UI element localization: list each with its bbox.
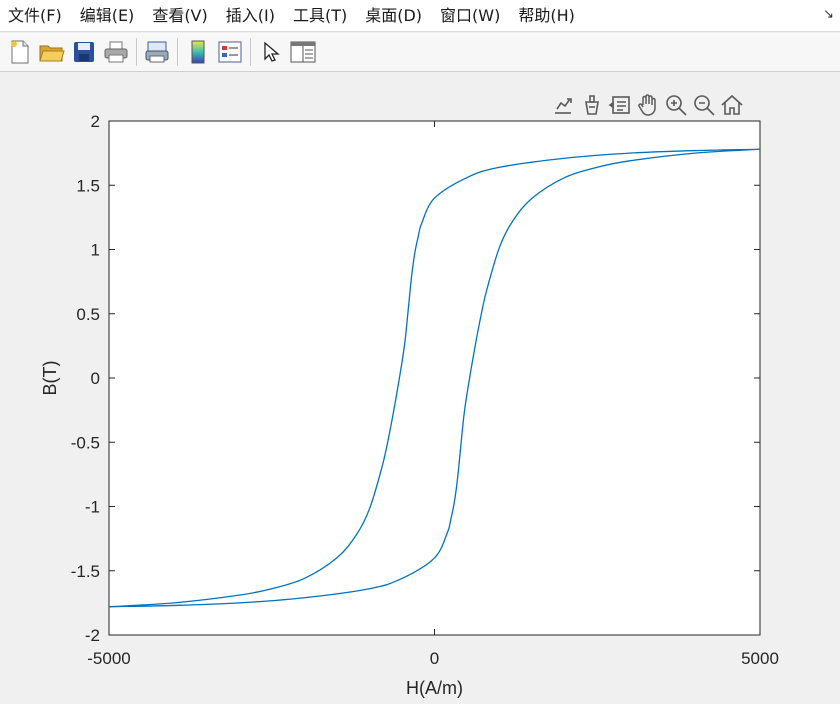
menu-insert[interactable]: 插入(I) [217,0,284,32]
home-icon[interactable] [718,90,746,120]
print-icon[interactable] [103,39,129,65]
menu-window[interactable]: 窗口(W) [431,0,509,32]
zoom-in-icon[interactable] [662,90,690,120]
dock-arrow-icon[interactable]: ↘ [823,7,834,22]
figure-canvas [0,73,840,704]
colorbar-icon[interactable] [185,39,211,65]
select-pointer-icon[interactable] [258,39,284,65]
export-icon[interactable] [550,90,578,120]
toolbar-separator [250,38,251,66]
menu-file[interactable]: 文件(F) [0,0,71,32]
menu-bar: 文件(F) 编辑(E) 查看(V) 插入(I) 工具(T) 桌面(D) 窗口(W… [0,0,840,32]
datatip-icon[interactable] [606,90,634,120]
brush-icon[interactable] [578,90,606,120]
axes-toolbar [550,89,746,121]
open-folder-icon[interactable] [39,39,65,65]
menu-view[interactable]: 查看(V) [143,0,216,32]
menu-tools[interactable]: 工具(T) [284,0,356,32]
legend-icon[interactable] [217,39,243,65]
save-icon[interactable] [71,39,97,65]
zoom-out-icon[interactable] [690,90,718,120]
property-inspector-icon[interactable] [290,39,316,65]
pan-hand-icon[interactable] [634,90,662,120]
menu-edit[interactable]: 编辑(E) [71,0,144,32]
print-preview-icon[interactable] [144,39,170,65]
figure-toolbar [0,33,840,72]
toolbar-separator [136,38,137,66]
menu-desktop[interactable]: 桌面(D) [356,0,431,32]
toolbar-separator [177,38,178,66]
new-file-icon[interactable] [7,39,33,65]
menu-help[interactable]: 帮助(H) [509,0,584,32]
